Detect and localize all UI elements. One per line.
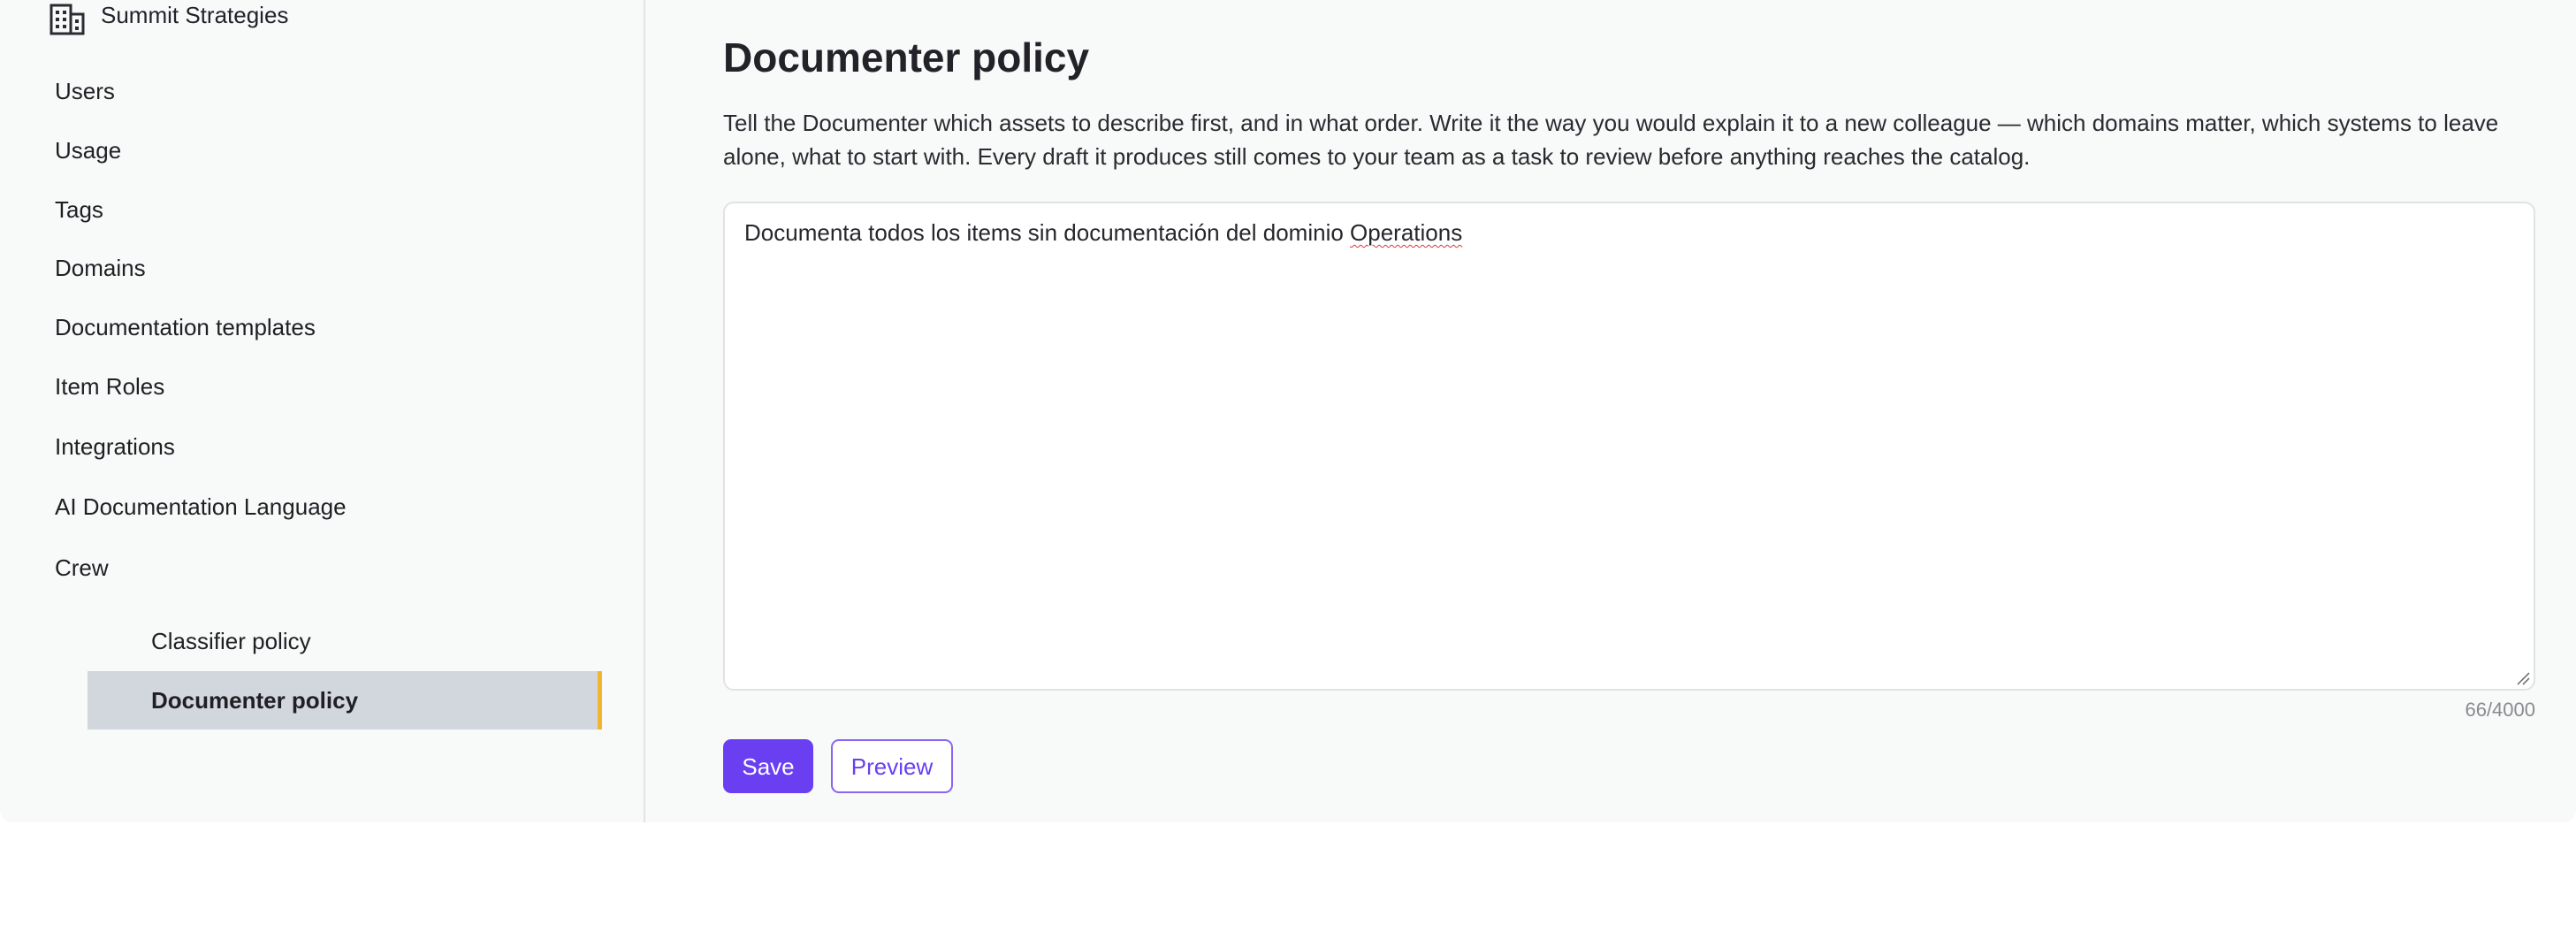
preview-button[interactable]: Preview <box>831 739 953 793</box>
building-icon <box>50 4 85 35</box>
org-header <box>50 0 85 39</box>
page-title: Documenter policy <box>723 34 1090 80</box>
sidebar-item-documentation-templates[interactable]: Documentation templates <box>55 309 316 345</box>
sidebar-item-ai-documentation-language[interactable]: AI Documentation Language <box>55 489 347 524</box>
sidebar-item-usage[interactable]: Usage <box>55 133 121 168</box>
save-button[interactable]: Save <box>723 739 813 793</box>
resize-handle-icon[interactable] <box>2516 671 2530 685</box>
sidebar-subitem-documenter-policy[interactable]: Documenter policy <box>88 671 602 730</box>
sidebar-item-integrations[interactable]: Integrations <box>55 429 175 464</box>
spellcheck-flagged-word: Operations <box>1350 219 1463 246</box>
sidebar-item-tags[interactable]: Tags <box>55 192 103 227</box>
sidebar-item-item-roles[interactable]: Item Roles <box>55 369 164 404</box>
sidebar-item-users[interactable]: Users <box>55 73 115 109</box>
sidebar-item-crew[interactable]: Crew <box>55 550 109 585</box>
sidebar-subitem-classifier-policy[interactable]: Classifier policy <box>88 612 602 670</box>
policy-text: Documenta todos los items sin documentac… <box>744 219 1351 246</box>
page-description: Tell the Documenter which assets to desc… <box>723 110 2499 170</box>
org-name: Summit Strategies <box>101 2 289 28</box>
sidebar-item-domains[interactable]: Domains <box>55 250 146 286</box>
settings-sidebar: Summit Strategies Users Usage Tags Domai… <box>0 0 645 822</box>
policy-textarea[interactable]: Documenta todos los items sin documentac… <box>723 202 2535 691</box>
app-window: Summit Strategies Users Usage Tags Domai… <box>0 0 2576 822</box>
character-counter: 66/4000 <box>2465 699 2535 721</box>
